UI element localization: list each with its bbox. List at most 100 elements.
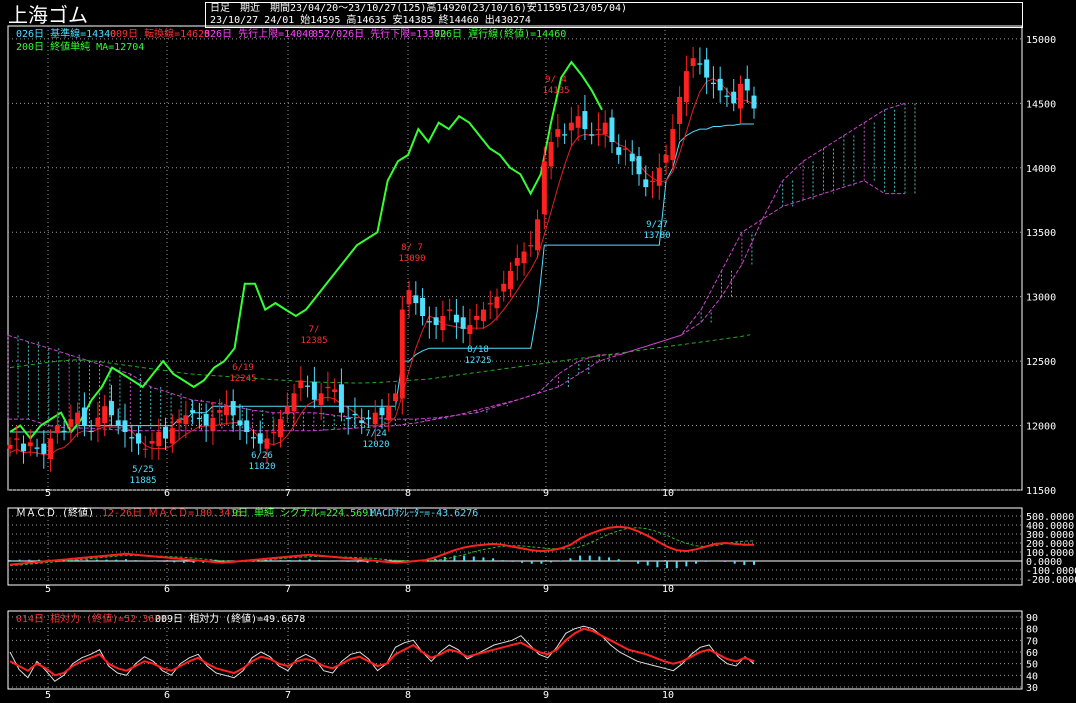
candle-body — [359, 420, 365, 423]
candle-body — [508, 270, 514, 289]
month-tick-label: 5 — [45, 584, 51, 595]
candle-body — [393, 393, 399, 402]
price-tick-label: 14500 — [1026, 99, 1056, 110]
month-tick-label: 6 — [164, 690, 170, 701]
candle-body — [710, 82, 716, 84]
candle-body — [338, 384, 344, 413]
candle-body — [399, 309, 405, 399]
rsi-tick-label: 60 — [1026, 648, 1038, 659]
candle-body — [737, 84, 743, 109]
month-tick-label: 10 — [662, 488, 674, 499]
candle-body — [467, 325, 473, 335]
candle-body — [48, 438, 54, 460]
annotation-date: 9/ 4 — [545, 75, 567, 85]
rsi-tick-label: 40 — [1026, 671, 1038, 682]
annotation-date: 5/25 — [132, 465, 154, 475]
candle-body — [568, 122, 574, 131]
candle-body — [670, 129, 676, 161]
candle-body — [731, 91, 737, 104]
candle-body — [34, 447, 40, 449]
candle-body — [474, 316, 480, 320]
candle-body — [217, 410, 223, 413]
annotation-date: 7/24 — [365, 429, 387, 439]
candle-body — [440, 316, 446, 331]
candle-body — [284, 406, 290, 414]
annotation-value: 12245 — [229, 374, 256, 384]
annotation-date: 6/26 — [251, 451, 273, 461]
candle-body — [345, 417, 351, 420]
candle-body — [61, 430, 67, 432]
candle-body — [311, 381, 317, 400]
candle-body — [95, 417, 101, 427]
candle-body — [298, 380, 304, 389]
candle-body — [365, 417, 371, 420]
candle-body — [41, 443, 47, 454]
candle-body — [102, 406, 108, 423]
month-tick-label: 10 — [662, 584, 674, 595]
month-tick-label: 6 — [164, 584, 170, 595]
kijun-line — [10, 123, 754, 433]
candle-body — [88, 430, 94, 432]
rsi-tick-label: 50 — [1026, 660, 1038, 671]
annotation-value: 13090 — [398, 254, 425, 264]
candle-body — [595, 129, 601, 131]
candle-body — [14, 438, 20, 440]
candle-body — [562, 134, 568, 136]
candle-body — [129, 437, 135, 439]
candle-body — [528, 245, 534, 247]
candle-body — [230, 401, 236, 416]
candle-body — [420, 297, 426, 316]
annotation-value: 11885 — [129, 476, 156, 486]
candle-body — [609, 117, 615, 142]
price-tick-label: 11500 — [1026, 486, 1056, 497]
candle-body — [223, 406, 229, 416]
candle-body — [690, 58, 696, 66]
month-tick-label: 7 — [285, 690, 291, 701]
candle-body — [406, 290, 412, 305]
month-tick-label: 7 — [285, 584, 291, 595]
candle-body — [575, 116, 581, 128]
candle-body — [318, 393, 324, 405]
annotation-value: 13780 — [643, 231, 670, 241]
candle-body — [352, 413, 358, 416]
candle-body — [616, 147, 622, 155]
candle-body — [115, 420, 121, 426]
candle-body — [514, 258, 520, 266]
candle-body — [704, 59, 710, 78]
month-tick-label: 6 — [164, 488, 170, 499]
candle-body — [136, 433, 142, 444]
ma200-line — [9, 334, 751, 384]
candle-body — [27, 442, 33, 447]
candle-body — [196, 417, 202, 420]
candle-body — [494, 296, 500, 309]
candle-body — [535, 219, 541, 251]
candle-body — [163, 426, 169, 439]
candle-body — [643, 179, 649, 188]
annotation-value: 12020 — [362, 440, 389, 450]
candle-body — [555, 129, 561, 137]
candle-body — [325, 386, 331, 389]
candle-body — [278, 419, 284, 438]
candle-body — [237, 420, 243, 426]
candle-body — [291, 393, 297, 412]
candle-body — [636, 156, 642, 175]
candle-body — [68, 419, 74, 427]
candle-body — [156, 432, 162, 447]
candle-body — [250, 437, 256, 439]
candle-body — [548, 142, 554, 167]
month-tick-label: 8 — [405, 488, 411, 499]
candle-body — [683, 71, 689, 103]
month-tick-label: 5 — [45, 690, 51, 701]
candle-body — [21, 443, 27, 452]
annotation-value: 14135 — [542, 86, 569, 96]
candle-body — [142, 448, 148, 450]
month-tick-label: 7 — [285, 488, 291, 499]
candle-body — [650, 180, 656, 182]
ichimoku-cloud — [7, 103, 916, 431]
candle-body — [257, 433, 263, 444]
price-tick-label: 15000 — [1026, 35, 1056, 46]
candle-body — [190, 410, 196, 413]
candle-body — [521, 251, 527, 264]
candle-body — [751, 95, 757, 109]
price-tick-label: 14000 — [1026, 164, 1056, 175]
